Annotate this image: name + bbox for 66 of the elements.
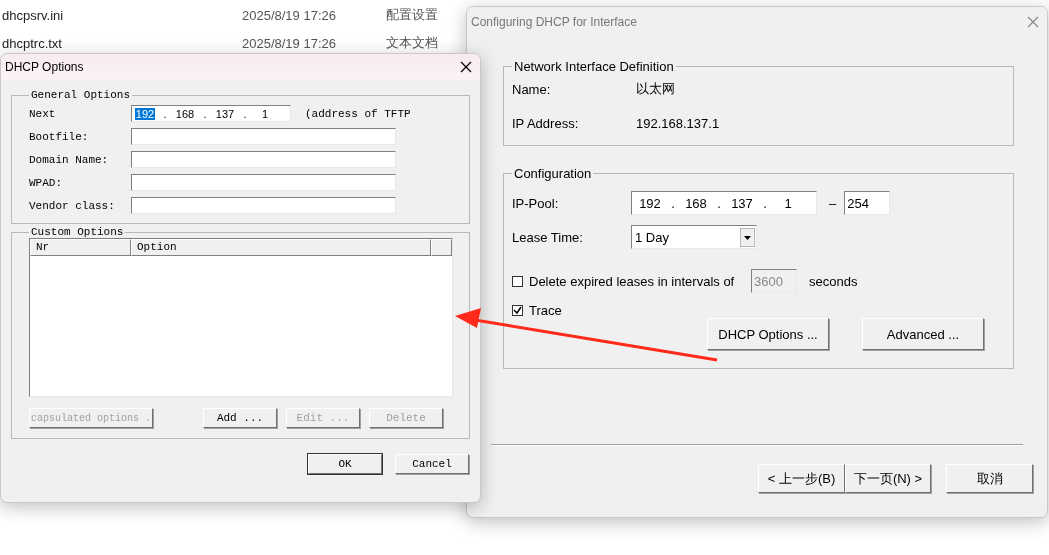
text-field[interactable]: [131, 174, 396, 191]
text-field[interactable]: [131, 151, 396, 168]
dialog-button[interactable]: OK: [308, 454, 382, 474]
column-header: [431, 239, 452, 256]
field-label: Name:: [512, 81, 552, 97]
text-field[interactable]: [131, 197, 396, 214]
file-name: dhcpsrv.ini: [1, 7, 65, 23]
ip-octet[interactable]: 168: [174, 107, 196, 120]
field-label: IP-Pool:: [512, 195, 560, 211]
field-label: Domain Name:: [29, 153, 110, 166]
cancel-button[interactable]: 取消: [946, 464, 1033, 493]
ip-octet[interactable]: 137: [214, 107, 236, 120]
ip-field[interactable]: 192 . 168 . 137 . 1: [131, 105, 291, 122]
options-list[interactable]: Nr Option: [29, 238, 453, 397]
dropdown-arrow-icon[interactable]: [740, 227, 755, 247]
close-icon[interactable]: [460, 61, 472, 73]
next-button[interactable]: 下一页(N) >: [845, 464, 931, 493]
field-label: Bootfile:: [29, 130, 90, 143]
ip-octet[interactable]: 137: [730, 195, 754, 211]
field-label: Vendor class:: [29, 199, 116, 212]
group-title: Network Interface Definition: [513, 59, 675, 74]
ip-octet[interactable]: 192: [134, 107, 156, 120]
ip-octet[interactable]: 168: [684, 195, 708, 211]
window-title: DHCP Options: [5, 60, 84, 74]
range-dash: –: [829, 195, 837, 211]
group-title: Custom Options: [30, 226, 125, 238]
dot-separator: .: [762, 195, 768, 211]
field-label: WPAD:: [29, 176, 63, 189]
field-value: 以太网: [636, 80, 675, 98]
dialog-button[interactable]: Cancel: [395, 454, 469, 474]
field-label: Lease Time:: [512, 229, 584, 245]
field-note: (address of TFTP: [305, 107, 411, 120]
ip-field[interactable]: 192 . 168 . 137 . 1: [631, 191, 817, 215]
field-value: 192.168.137.1: [636, 116, 720, 131]
file-date: 2025/8/19 17:26: [242, 35, 337, 51]
ip-octet[interactable]: 1: [783, 195, 793, 211]
back-button[interactable]: < 上一步(B): [758, 464, 845, 493]
text-field[interactable]: [131, 128, 396, 145]
dialog-button[interactable]: DHCP Options ...: [707, 318, 829, 350]
column-header[interactable]: Nr: [30, 239, 131, 256]
lease-dropdown[interactable]: 1 Day: [631, 225, 757, 249]
file-date: 2025/8/19 17:26: [242, 7, 337, 23]
dot-separator: .: [202, 107, 208, 120]
field-label: IP Address:: [512, 116, 580, 131]
field-label: Next: [29, 107, 57, 120]
ip-octet[interactable]: 192: [638, 195, 662, 211]
list-button[interactable]: Add ...: [203, 408, 277, 428]
checkbox-label: Trace: [529, 303, 562, 318]
dialog-button[interactable]: Advanced ...: [862, 318, 984, 350]
group-title: General Options: [30, 89, 132, 101]
checkbox-label: Delete expired leases in intervals of: [529, 273, 736, 289]
file-type: 配置设置: [386, 6, 439, 24]
pool-end-field[interactable]: 254: [844, 191, 891, 215]
checkbox[interactable]: [512, 275, 523, 287]
checkbox[interactable]: [512, 305, 523, 316]
dot-separator: .: [670, 195, 676, 211]
file-name: dhcptrc.txt: [1, 35, 63, 51]
dot-separator: .: [242, 107, 248, 120]
unit-label: seconds: [809, 273, 858, 289]
group-title: Configuration: [513, 166, 593, 181]
ip-octet[interactable]: 1: [260, 107, 270, 120]
dot-separator: .: [716, 195, 722, 211]
column-header[interactable]: Option: [131, 239, 431, 256]
window-title: Configuring DHCP for Interface: [471, 15, 637, 29]
dot-separator: .: [162, 107, 168, 120]
file-type: 文本文档: [386, 34, 439, 52]
